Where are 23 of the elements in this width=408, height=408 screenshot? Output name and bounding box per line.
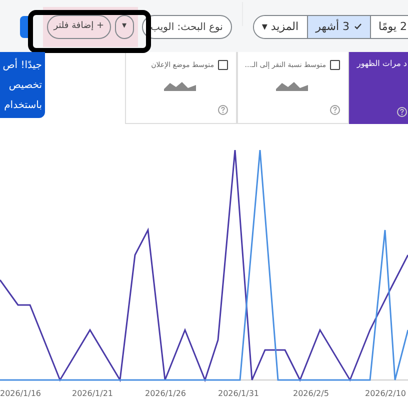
axis-label: 2026/1/31: [218, 388, 260, 400]
date-range-option[interactable]: 2 يومًا: [370, 16, 408, 38]
tooltip-text: جيدًا! أص: [3, 57, 42, 73]
axis-label: 2026/1/16: [0, 388, 42, 400]
checkbox[interactable]: [218, 60, 228, 70]
metric-label: د مرات الظهور: [356, 58, 407, 70]
metric-card[interactable]: د مرات الظهور: [349, 52, 408, 124]
axis-label: 2026/1/26: [145, 388, 186, 400]
dropdown-button[interactable]: ▾: [115, 15, 134, 39]
axis-label: 2026/2/10: [365, 388, 406, 400]
check-icon: [354, 23, 362, 30]
axis-label: 2026/1/21: [72, 388, 114, 400]
tooltip-text: باستخدام: [3, 99, 42, 113]
axis-label: 2026/2/5: [293, 388, 329, 400]
add-filter-button[interactable]: + إضافة فلتر: [46, 15, 111, 39]
help-icon[interactable]: [218, 105, 228, 115]
checkbox[interactable]: [330, 60, 340, 70]
help-icon[interactable]: [330, 105, 340, 115]
more-dropdown[interactable]: المزيد ▾: [254, 16, 307, 38]
help-icon[interactable]: [397, 107, 407, 117]
tooltip-text: تخصيص: [8, 79, 42, 93]
search-type-chip[interactable]: نوع البحث: الويب: [142, 15, 232, 39]
date-range-option[interactable]: 3 أشهر: [306, 16, 370, 38]
